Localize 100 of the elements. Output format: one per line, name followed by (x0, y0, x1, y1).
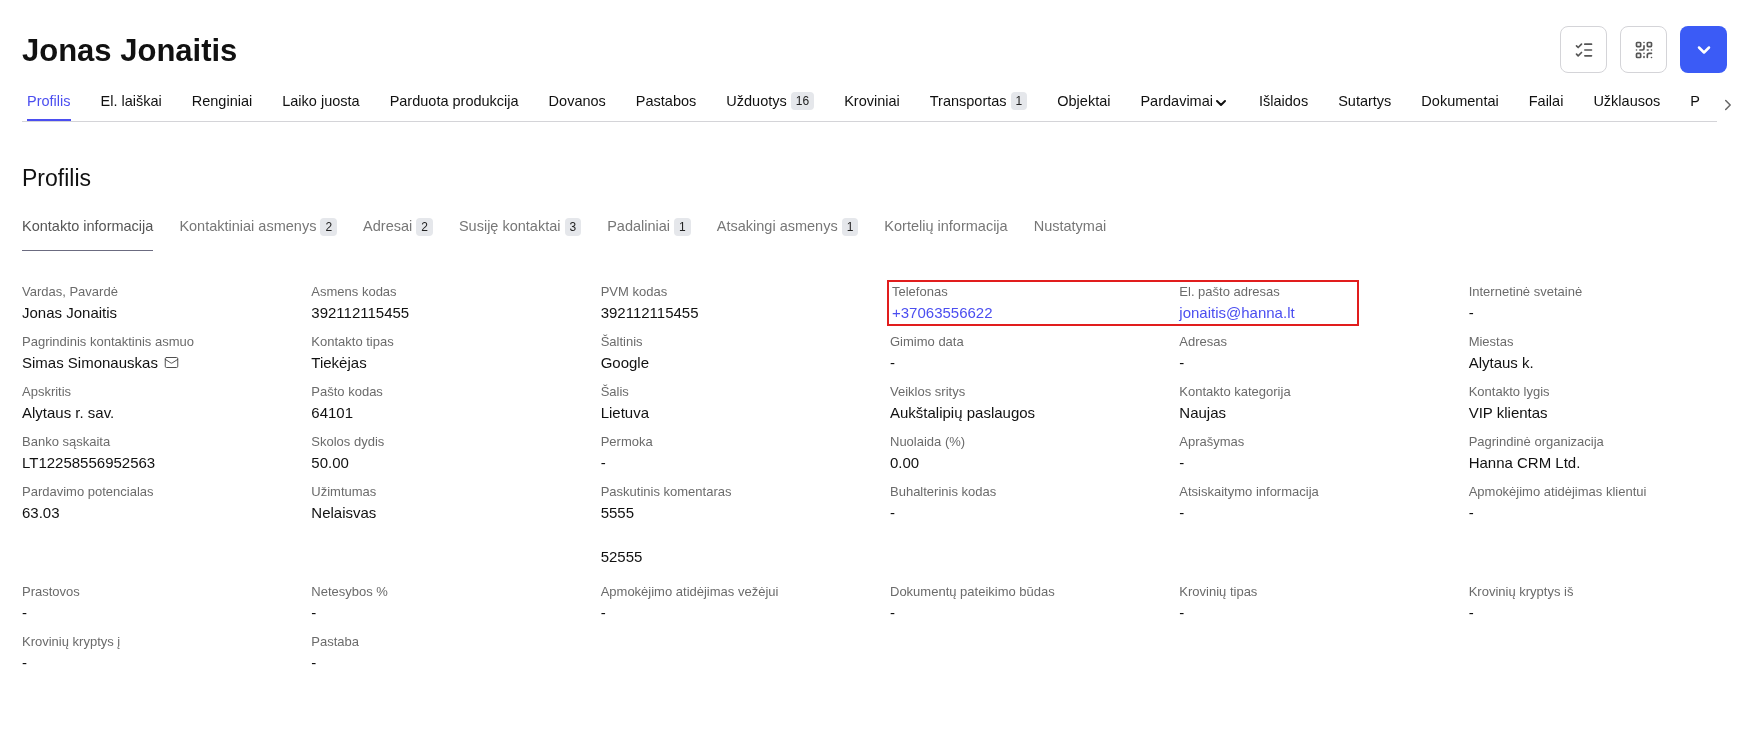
field-label: Atsiskaitymo informacija (1179, 482, 1320, 501)
page-title: Jonas Jonaitis (22, 32, 238, 70)
nav-tab[interactable]: Išlaidos (1259, 88, 1309, 122)
nav-tab[interactable]: Objektai (1057, 88, 1111, 122)
nav-tab[interactable]: Sutartys (1338, 88, 1392, 122)
field-label: Paskutinis komentaras (600, 482, 733, 501)
nav-tab[interactable]: Dokumentai (1421, 88, 1499, 122)
field-label: Buhalterinis kodas (890, 482, 998, 501)
contact-link[interactable]: +37063556622 (892, 303, 993, 321)
nav-tab[interactable]: Užduotys 16 (726, 88, 815, 122)
field-label: Kontakto kategorija (1179, 382, 1292, 401)
checklist-button[interactable] (1560, 26, 1607, 73)
field-value: Tiekėjas (311, 353, 367, 371)
count-badge: 16 (790, 92, 815, 111)
qr-code-button[interactable] (1620, 26, 1667, 73)
field-value: - (311, 603, 317, 621)
count-badge: 3 (564, 217, 582, 236)
field-value: 63.03 (22, 503, 60, 521)
field-label: Veiklos sritys (890, 382, 967, 401)
field-label: Krovinių kryptys į (22, 632, 122, 651)
field-value: - (1179, 603, 1185, 621)
field-label: Vardas, Pavardė (22, 282, 119, 301)
field-value: Jonas Jonaitis (22, 303, 118, 321)
field-label: Pastaba (311, 632, 361, 651)
count-badge: 1 (1010, 92, 1028, 111)
section-tab[interactable]: Nustatymai (1033, 215, 1107, 251)
field-value: - (311, 653, 317, 671)
field-label: Apmokėjimo atidėjimas vežėjui (600, 582, 780, 601)
field-value: Alytaus r. sav. (22, 403, 115, 421)
field-value: - (1179, 453, 1185, 471)
field-label: Gimimo data (890, 332, 965, 351)
dropdown-button[interactable] (1680, 26, 1727, 73)
field-label: Telefonas (892, 282, 949, 301)
field-label: Prastovos (22, 582, 81, 601)
field-value: - (600, 603, 606, 621)
section-tab[interactable]: Atsakingi asmenys 1 (716, 215, 859, 251)
field-label: Miestas (1468, 332, 1515, 351)
nav-tab[interactable]: P (1690, 88, 1700, 122)
field-value: - (22, 603, 27, 621)
field-value: VIP klientas (1468, 403, 1548, 421)
nav-tab[interactable]: Dovanos (548, 88, 606, 122)
field-label: Apmokėjimo atidėjimas klientui (1468, 482, 1648, 501)
nav-tab[interactable]: Parduota produkcija (389, 88, 519, 122)
field-value: - (890, 503, 895, 521)
field-label: Asmens kodas (311, 282, 398, 301)
field-value: 392112115455 (311, 303, 410, 321)
nav-tab[interactable]: El. laiškai (100, 88, 162, 122)
field-label: Šaltinis (600, 332, 644, 351)
field-value: 0.00 (890, 453, 920, 471)
mail-icon[interactable] (163, 355, 179, 370)
section-tab[interactable]: Kontakto informacija (22, 215, 154, 251)
field-value: Alytaus k. (1468, 353, 1534, 371)
field-label: Užimtumas (311, 482, 378, 501)
nav-tab[interactable]: Pardavimai (1140, 88, 1229, 122)
field-value: Google (600, 353, 650, 371)
field-value: - (890, 353, 895, 371)
field-label: Banko sąskaita (22, 432, 112, 451)
nav-tab[interactable]: Kroviniai (844, 88, 900, 122)
field-label: Nuolaida (%) (890, 432, 967, 451)
field-value: Aukštalipių paslaugos (890, 403, 1036, 421)
field-label: Apskritis (22, 382, 73, 401)
field-value: - (600, 453, 606, 471)
section-title: Profilis (22, 164, 92, 194)
nav-tab[interactable]: Failai (1528, 88, 1564, 122)
field-value: 50.00 (311, 453, 349, 471)
field-label: Permoka (600, 432, 654, 451)
section-tab[interactable]: Adresai 2 (363, 215, 433, 251)
nav-tab[interactable]: Transportas 1 (929, 88, 1028, 122)
nav-tab[interactable]: Profilis (27, 88, 71, 122)
field-label: El. pašto adresas (1179, 282, 1281, 301)
count-badge: 2 (416, 217, 433, 236)
qr-code-icon (1633, 39, 1654, 60)
field-label: Netesybos % (311, 582, 389, 601)
count-badge: 1 (841, 217, 859, 236)
field-value: - (1468, 603, 1474, 621)
field-label: Kontakto lygis (1468, 382, 1551, 401)
nav-tab[interactable]: Pastabos (635, 88, 697, 122)
field-value: - (22, 653, 27, 671)
section-tab[interactable]: Susiję kontaktai 3 (458, 215, 582, 251)
section-tab[interactable]: Kortelių informacija (884, 215, 1008, 251)
field-value: - (1179, 353, 1185, 371)
contact-link[interactable]: jonaitis@hanna.lt (1179, 303, 1295, 321)
field-value: - (1468, 303, 1474, 321)
field-value: 5555 52555 (600, 503, 643, 565)
field-value: Nelaisvas (311, 503, 377, 521)
nav-tab[interactable]: Laiko juosta (282, 88, 360, 122)
field-value: Hanna CRM Ltd. (1468, 453, 1581, 471)
count-badge: 1 (674, 217, 691, 236)
field-value: - (1179, 503, 1185, 521)
field-value: Naujas (1179, 403, 1227, 421)
field-value: LT12258556952563 (22, 453, 156, 471)
field-label: Skolos dydis (311, 432, 386, 451)
field-label: Kontakto tipas (311, 332, 395, 351)
nav-tab[interactable]: Užklausos (1593, 88, 1661, 122)
field-label: Internetinė svetainė (1468, 282, 1584, 301)
section-tab[interactable]: Kontaktiniai asmenys 2 (179, 215, 338, 251)
nav-tab[interactable]: Renginiai (191, 88, 253, 122)
count-badge: 2 (320, 217, 338, 236)
section-tab[interactable]: Padaliniai 1 (607, 215, 691, 251)
field-label: Adresas (1179, 332, 1229, 351)
